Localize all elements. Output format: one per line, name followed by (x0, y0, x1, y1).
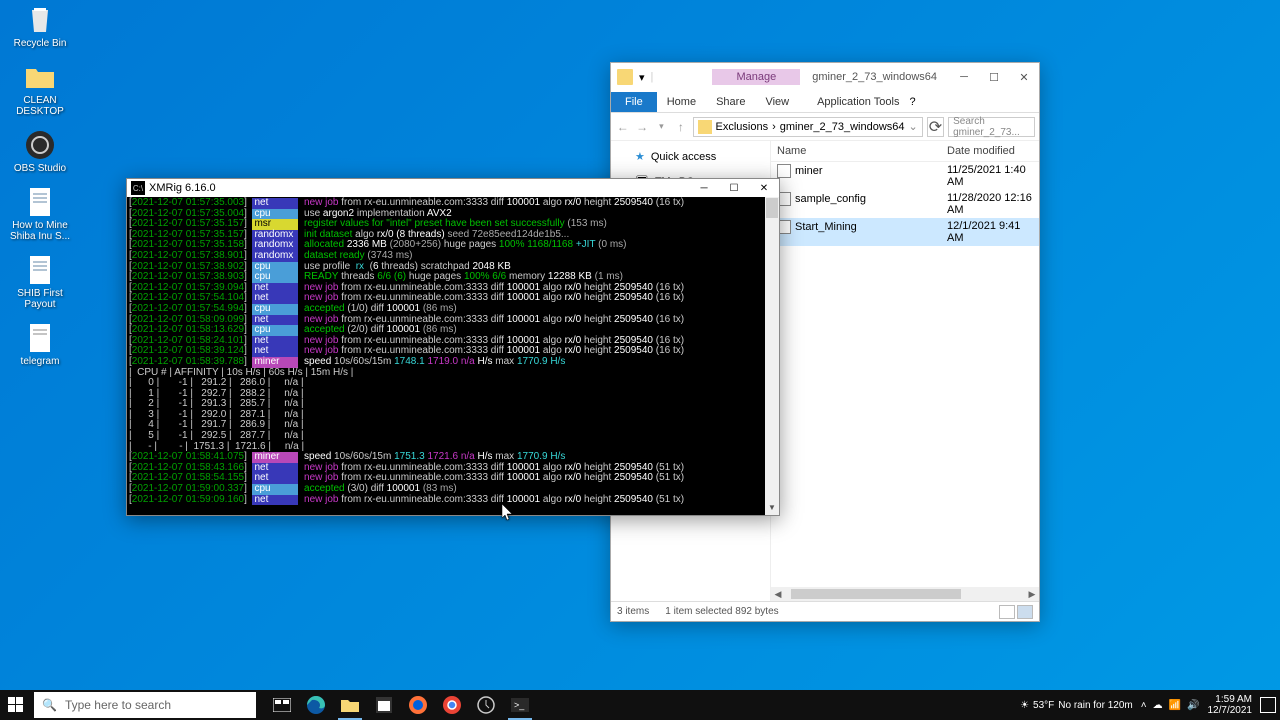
manage-tab[interactable]: Manage (712, 69, 800, 85)
start-button[interactable] (0, 690, 32, 720)
ribbon-home[interactable]: Home (657, 92, 706, 112)
view-toggles[interactable] (999, 605, 1033, 619)
nav-recent-icon[interactable]: ▾ (654, 121, 669, 132)
desktop-icon-clean[interactable]: CLEAN DESKTOP (4, 61, 76, 117)
desktop-icon-shib[interactable]: SHIB First Payout (4, 254, 76, 310)
console-window[interactable]: C:\ XMRig 6.16.0 ─ ☐ ✕ [2021-12-07 01:57… (126, 178, 780, 516)
chevron-up-icon[interactable]: ˄ (1141, 700, 1147, 711)
text-file-icon (24, 254, 56, 286)
nav-back-icon[interactable]: ← (615, 120, 630, 134)
star-icon: ★ (635, 150, 645, 163)
clock[interactable]: 1:59 AM 12/7/2021 (1208, 694, 1253, 716)
desktop-icon-telegram[interactable]: telegram (4, 322, 76, 367)
taskbar-search[interactable]: 🔍 Type here to search (34, 692, 256, 718)
file-row[interactable]: sample_config11/28/2020 12:16 AM (771, 190, 1039, 218)
store-icon[interactable] (368, 690, 400, 720)
ribbon-file[interactable]: File (611, 92, 657, 112)
nav-fwd-icon[interactable]: → (634, 120, 649, 134)
file-row[interactable]: miner11/25/2021 1:40 AM (771, 162, 1039, 190)
nav-up-icon[interactable]: ↑ (673, 120, 688, 134)
firefox-icon[interactable] (402, 690, 434, 720)
taskbar-icons: >_ (266, 690, 536, 720)
app-icon[interactable] (470, 690, 502, 720)
desktop-icons: Recycle Bin CLEAN DESKTOP OBS Studio How… (4, 4, 76, 367)
system-tray[interactable]: ☀ 53°F No rain for 120m ˄ ☁ 📶 🔊 1:59 AM … (1020, 694, 1280, 716)
search-input[interactable]: Search gminer_2_73... (948, 117, 1035, 137)
sun-icon: ☀ (1020, 700, 1029, 711)
wifi-icon[interactable]: 📶 (1169, 700, 1181, 711)
folder-icon (698, 120, 712, 134)
search-icon: 🔍 (42, 698, 57, 712)
volume-icon[interactable]: 🔊 (1187, 700, 1199, 711)
close-button[interactable]: ✕ (1009, 66, 1039, 88)
onedrive-icon[interactable]: ☁ (1153, 700, 1163, 711)
obs-icon (24, 129, 56, 161)
folder-icon (24, 61, 56, 93)
recycle-bin-icon (24, 4, 56, 36)
file-list[interactable]: Name Date modified miner11/25/2021 1:40 … (771, 141, 1039, 601)
scroll-thumb[interactable] (766, 198, 778, 218)
edge-icon[interactable] (300, 690, 332, 720)
taskbar[interactable]: 🔍 Type here to search >_ ☀ 53°F No rain … (0, 690, 1280, 720)
desktop-icon-recycle-bin[interactable]: Recycle Bin (4, 4, 76, 49)
text-file-icon (24, 322, 56, 354)
chrome-icon[interactable] (436, 690, 468, 720)
console-output: [2021-12-07 01:57:35.003] net new job fr… (129, 198, 763, 505)
close-button[interactable]: ✕ (749, 179, 779, 197)
console-title: XMRig 6.16.0 (149, 182, 216, 194)
terminal-icon[interactable]: >_ (504, 690, 536, 720)
minimize-button[interactable]: ─ (949, 66, 979, 88)
cmd-icon: C:\ (131, 181, 145, 195)
qa-down-icon: ▾ (635, 71, 649, 84)
address-bar: ← → ▾ ↑ Exclusions› gminer_2_73_windows6… (611, 113, 1039, 141)
console-body[interactable]: [2021-12-07 01:57:35.003] net new job fr… (127, 197, 779, 515)
weather-widget[interactable]: ☀ 53°F No rain for 120m (1020, 700, 1133, 711)
explorer-icon[interactable] (334, 690, 366, 720)
file-row[interactable]: Start_Mining12/1/2021 9:41 AM (771, 218, 1039, 246)
horizontal-scrollbar[interactable]: ◀▶ (771, 587, 1039, 601)
nav-quick-access[interactable]: ★Quick access (611, 147, 770, 166)
ribbon-view[interactable]: View (755, 92, 799, 112)
desktop-icon-howto[interactable]: How to Mine Shiba Inu S... (4, 186, 76, 242)
ribbon-apptools[interactable]: Application Tools (807, 92, 909, 112)
maximize-button[interactable]: ☐ (719, 179, 749, 197)
text-file-icon (24, 186, 56, 218)
ribbon: File Home Share View Application Tools ? (611, 91, 1039, 113)
explorer-titlebar[interactable]: ▾ | Manage gminer_2_73_windows64 ─ ☐ ✕ (611, 63, 1039, 91)
notifications-icon[interactable] (1260, 697, 1276, 713)
column-headers[interactable]: Name Date modified (771, 141, 1039, 162)
desktop-icon-obs[interactable]: OBS Studio (4, 129, 76, 174)
console-titlebar[interactable]: C:\ XMRig 6.16.0 ─ ☐ ✕ (127, 179, 779, 197)
scroll-thumb[interactable] (791, 589, 961, 599)
breadcrumb[interactable]: Exclusions› gminer_2_73_windows64 ⌄ (693, 117, 923, 137)
maximize-button[interactable]: ☐ (979, 66, 1009, 88)
minimize-button[interactable]: ─ (689, 179, 719, 197)
help-icon[interactable]: ? (909, 96, 915, 108)
window-title: gminer_2_73_windows64 (800, 71, 949, 83)
task-view-icon[interactable] (266, 690, 298, 720)
folder-icon (617, 69, 633, 85)
vertical-scrollbar[interactable]: ▲ ▼ (765, 197, 779, 515)
ribbon-share[interactable]: Share (706, 92, 755, 112)
chevron-down-icon[interactable]: ⌄ (909, 120, 918, 133)
svg-text:>_: >_ (514, 700, 525, 710)
status-bar: 3 items 1 item selected 892 bytes (611, 601, 1039, 621)
refresh-icon[interactable]: ⟳ (927, 117, 944, 137)
